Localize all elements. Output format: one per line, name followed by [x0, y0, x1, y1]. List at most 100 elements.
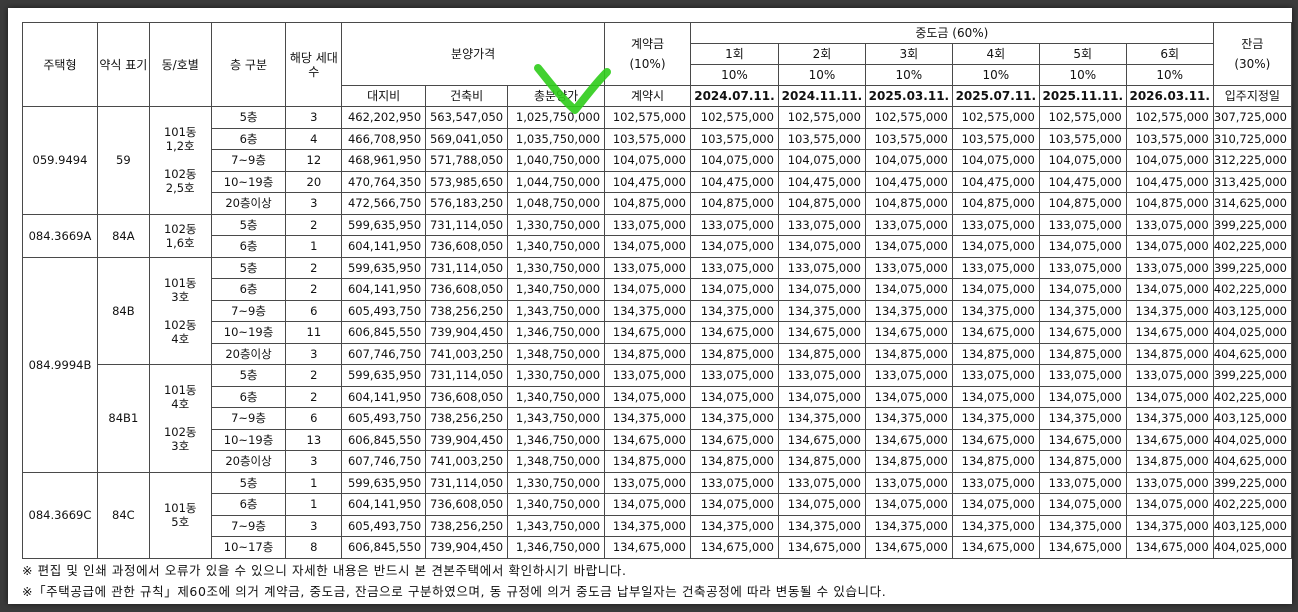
installment-amount: 134,375,000 [777, 514, 866, 537]
floor-cell: 10~19층 [210, 170, 287, 193]
installment-amount: 104,075,000 [689, 149, 779, 172]
balance-amount: 404,025,000 [1212, 536, 1292, 559]
header-deposit-pct: (10%) [629, 57, 666, 71]
floor-cell: 10~19층 [210, 321, 287, 344]
total-price: 1,343,750,000 [507, 299, 606, 322]
installment-amount: 134,675,000 [1038, 428, 1127, 451]
notes: ※ 편집 및 인쇄 과정에서 오류가 있을 수 있으니 자세한 내용은 반드시 … [22, 560, 886, 602]
table-row: 084.9994B 84B 101동 3호 102동 4호 5층 2 599,635,950… [22, 256, 1292, 473]
floor-cell: 6층 [210, 385, 287, 408]
installment-amount: 134,375,000 [951, 407, 1040, 430]
header-count: 해당 세대수 [285, 22, 343, 107]
balance-amount: 312,225,000 [1212, 149, 1292, 172]
total-price: 1,035,750,000 [507, 127, 606, 150]
balance-amount: 399,225,000 [1212, 471, 1292, 494]
count-cell: 1 [285, 493, 343, 516]
building-cost: 738,256,250 [425, 407, 509, 430]
installment-amount: 104,475,000 [864, 170, 953, 193]
deposit-amount: 134,375,000 [604, 407, 691, 430]
installment-amount: 134,675,000 [1125, 428, 1214, 451]
deposit-amount: 134,375,000 [604, 299, 691, 322]
installment-amount: 134,875,000 [1125, 450, 1214, 473]
house-type: 059.9494 [22, 106, 98, 215]
building-cost: 569,041,050 [425, 127, 509, 150]
count-cell: 2 [285, 385, 343, 408]
installment-amount: 104,075,000 [951, 149, 1040, 172]
table-row: 20층이상 3 472,566,750 576,183,250 1,048,750,00… [23, 192, 1292, 215]
building-cost: 731,114,050 [425, 213, 509, 236]
installment-amount: 134,075,000 [864, 278, 953, 301]
installment-label: 5회 [1038, 43, 1127, 65]
installment-amount: 133,075,000 [864, 256, 953, 279]
installment-pct: 10% [689, 64, 779, 86]
land-cost: 606,845,550 [341, 428, 427, 451]
total-price: 1,343,750,000 [507, 514, 606, 537]
total-price: 1,330,750,000 [507, 364, 606, 387]
floor-cell: 10~17층 [210, 536, 287, 559]
installment-amount: 133,075,000 [689, 256, 779, 279]
land-cost: 466,708,950 [341, 127, 427, 150]
table-row: 10~19층 20 470,764,350 573,985,650 1,044,750,… [23, 170, 1292, 193]
installment-amount: 133,075,000 [1125, 364, 1214, 387]
installment-amount: 134,875,000 [1038, 342, 1127, 365]
unit-label: 101동 3호 [163, 275, 197, 304]
table-row: 7~9층 6 605,493,750 738,256,250 1,343,750,000… [23, 299, 1292, 322]
installment-amount: 103,575,000 [864, 127, 953, 150]
count-cell: 1 [285, 471, 343, 494]
installment-amount: 134,675,000 [777, 536, 866, 559]
building-cost: 738,256,250 [425, 299, 509, 322]
deposit-amount: 134,675,000 [604, 428, 691, 451]
installment-amount: 134,875,000 [777, 342, 866, 365]
floor-cell: 5층 [210, 364, 287, 387]
installment-amount: 104,075,000 [777, 149, 866, 172]
land-cost: 472,566,750 [341, 192, 427, 215]
floor-cell: 7~9층 [210, 407, 287, 430]
table-row: 6층 4 466,708,950 569,041,050 1,035,750,000 10… [23, 127, 1292, 150]
land-cost: 468,961,950 [341, 149, 427, 172]
table-row: 20층이상 3 607,746,750 741,003,250 1,348,750,00… [23, 450, 1292, 473]
installment-amount: 133,075,000 [777, 213, 866, 236]
header-floor: 층 구분 [210, 22, 287, 107]
installment-label: 6회 [1125, 43, 1214, 65]
installment-amount: 102,575,000 [951, 106, 1040, 129]
building-cost: 739,904,450 [425, 536, 509, 559]
building-cost: 576,183,250 [425, 192, 509, 215]
installment-amount: 133,075,000 [777, 364, 866, 387]
installment-pct: 10% [1038, 64, 1127, 86]
unit-label: 101동 5호 [163, 501, 197, 529]
total-price: 1,330,750,000 [507, 213, 606, 236]
building-cost: 736,608,050 [425, 493, 509, 516]
table-row: 84B1 101동 4호 102동 3호 5층 2 599,635,950 731,114,… [23, 364, 1292, 473]
balance-amount: 403,125,000 [1212, 299, 1292, 322]
installment-amount: 134,075,000 [1038, 278, 1127, 301]
deposit-amount: 133,075,000 [604, 364, 691, 387]
installment-amount: 134,075,000 [1038, 493, 1127, 516]
floor-cell: 7~9층 [210, 514, 287, 537]
land-cost: 607,746,750 [341, 342, 427, 365]
unit-label: 102동 3호 [163, 425, 197, 454]
installment-amount: 134,675,000 [1038, 536, 1127, 559]
installment-amount: 134,875,000 [689, 342, 779, 365]
installment-amount: 134,075,000 [951, 493, 1040, 516]
deposit-amount: 133,075,000 [604, 471, 691, 494]
total-price: 1,330,750,000 [507, 256, 606, 279]
installment-amount: 134,675,000 [951, 321, 1040, 344]
floor-cell: 7~9층 [210, 299, 287, 322]
abbr: 59 [96, 106, 150, 215]
installment-date: 2025.07.11. [951, 85, 1040, 107]
total-price: 1,340,750,000 [507, 385, 606, 408]
header-type: 주택형 [22, 22, 98, 107]
installment-amount: 133,075,000 [689, 364, 779, 387]
installment-date: 2024.11.11. [777, 85, 866, 107]
installment-label: 3회 [864, 43, 953, 65]
installment-amount: 134,375,000 [689, 407, 779, 430]
unit-cell: 101동 3호 102동 4호 [148, 256, 212, 365]
total-price: 1,343,750,000 [507, 407, 606, 430]
installment-amount: 134,875,000 [864, 342, 953, 365]
table-row: 20층이상 3 607,746,750 741,003,250 1,348,750,00… [23, 342, 1292, 365]
installment-date: 2026.03.11. [1125, 85, 1214, 107]
balance-amount: 399,225,000 [1212, 213, 1292, 236]
land-cost: 606,845,550 [341, 536, 427, 559]
floor-cell: 5층 [210, 213, 287, 236]
deposit-amount: 134,675,000 [604, 536, 691, 559]
